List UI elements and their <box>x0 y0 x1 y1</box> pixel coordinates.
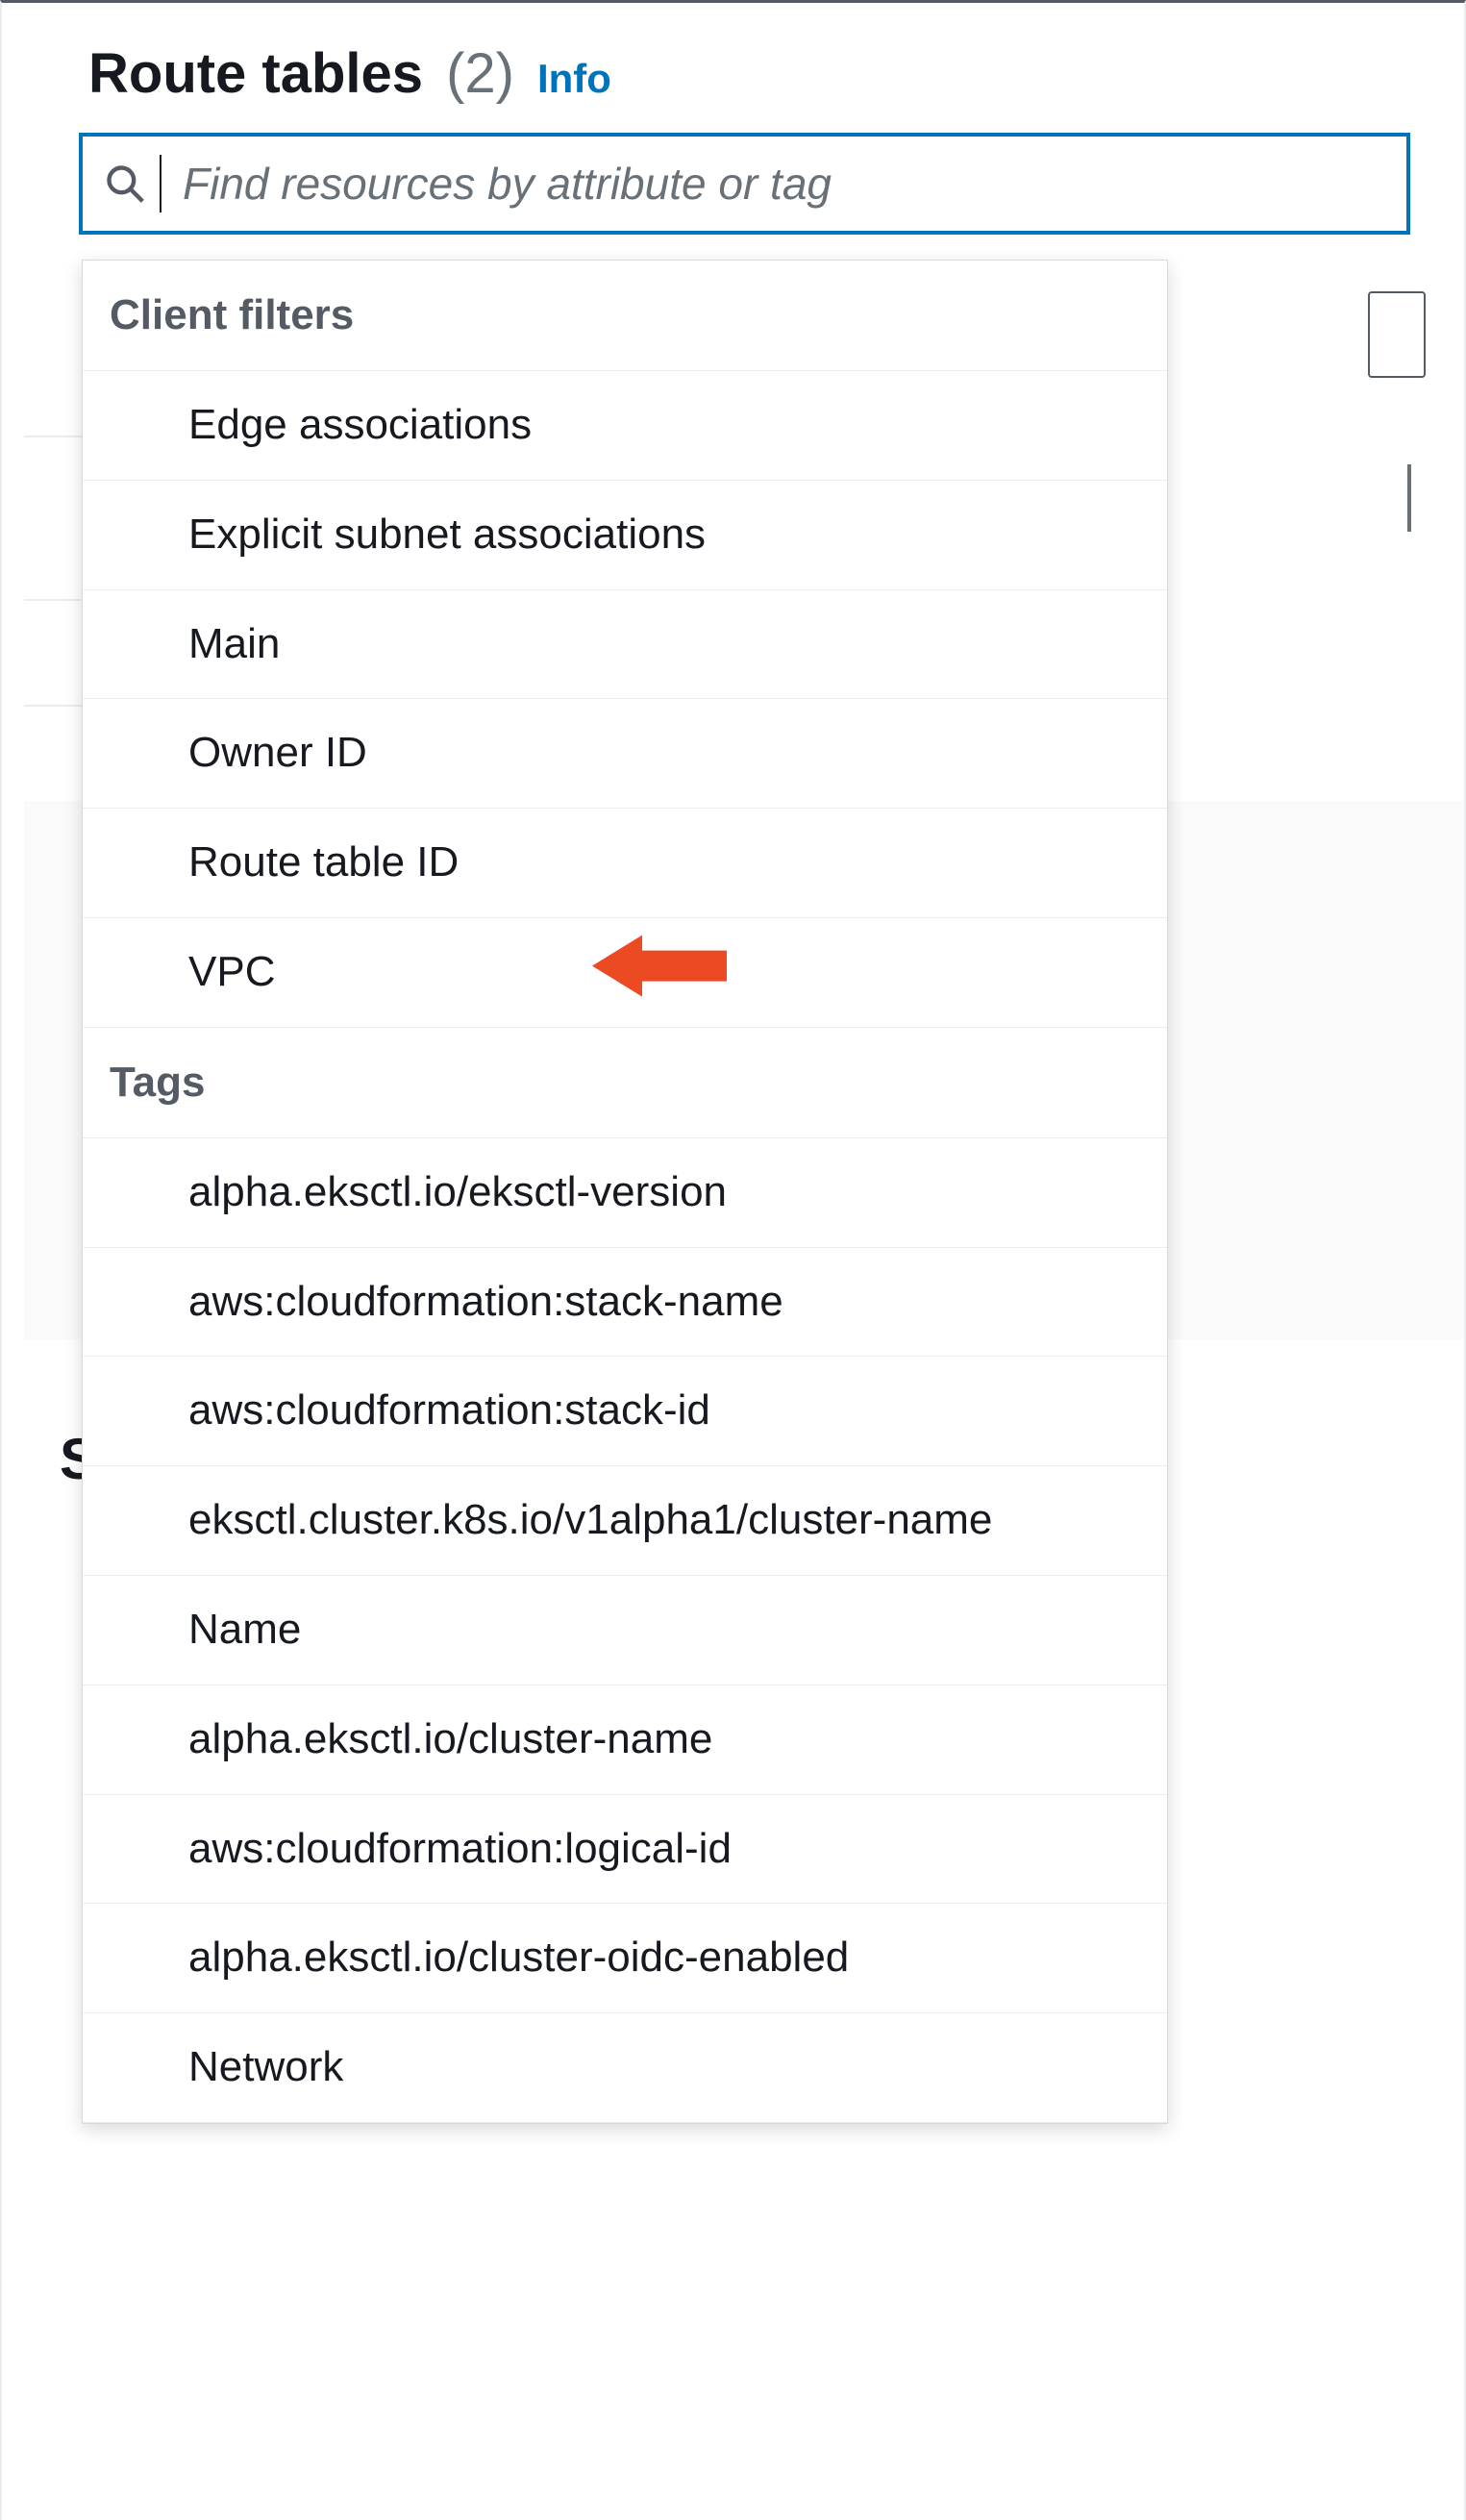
search-input[interactable] <box>183 158 1385 210</box>
search-box[interactable] <box>79 133 1410 235</box>
header-row: Route tables (2) Info <box>60 41 1406 106</box>
filter-option-tag-cfn-stack-name[interactable]: aws:cloudformation:stack-name <box>83 1248 1167 1358</box>
filter-option-main[interactable]: Main <box>83 590 1167 700</box>
filter-option-vpc[interactable]: VPC <box>83 918 1167 1028</box>
filter-option-route-table-id[interactable]: Route table ID <box>83 809 1167 918</box>
filter-option-tag-cluster-name[interactable]: alpha.eksctl.io/cluster-name <box>83 1685 1167 1795</box>
item-count: (2) <box>446 41 514 106</box>
filter-option-tag-cfn-stack-id[interactable]: aws:cloudformation:stack-id <box>83 1357 1167 1466</box>
group-header-tags: Tags <box>83 1028 1167 1138</box>
search-icon <box>104 162 146 205</box>
page-title: Route tables <box>88 41 423 106</box>
filter-option-tag-cfn-logical-id[interactable]: aws:cloudformation:logical-id <box>83 1795 1167 1905</box>
filter-option-tag-cluster-name-k8s[interactable]: eksctl.cluster.k8s.io/v1alpha1/cluster-n… <box>83 1466 1167 1576</box>
filter-option-tag-cluster-oidc-enabled[interactable]: alpha.eksctl.io/cluster-oidc-enabled <box>83 1904 1167 2013</box>
filter-option-tag-network[interactable]: Network <box>83 2013 1167 2123</box>
filter-option-tag-eksctl-version[interactable]: alpha.eksctl.io/eksctl-version <box>83 1138 1167 1248</box>
text-cursor <box>160 155 162 212</box>
column-divider-fragment <box>1407 464 1411 532</box>
search-container <box>79 133 1410 235</box>
group-header-client-filters: Client filters <box>83 261 1167 371</box>
filter-option-explicit-subnet-associations[interactable]: Explicit subnet associations <box>83 481 1167 590</box>
filter-option-edge-associations[interactable]: Edge associations <box>83 371 1167 481</box>
toolbar-button-fragment[interactable] <box>1368 291 1426 378</box>
filter-option-tag-name[interactable]: Name <box>83 1576 1167 1685</box>
filter-dropdown: Client filters Edge associations Explici… <box>82 260 1168 2124</box>
filter-option-owner-id[interactable]: Owner ID <box>83 699 1167 809</box>
info-link[interactable]: Info <box>537 56 611 102</box>
annotation-arrow-icon <box>592 928 727 1017</box>
